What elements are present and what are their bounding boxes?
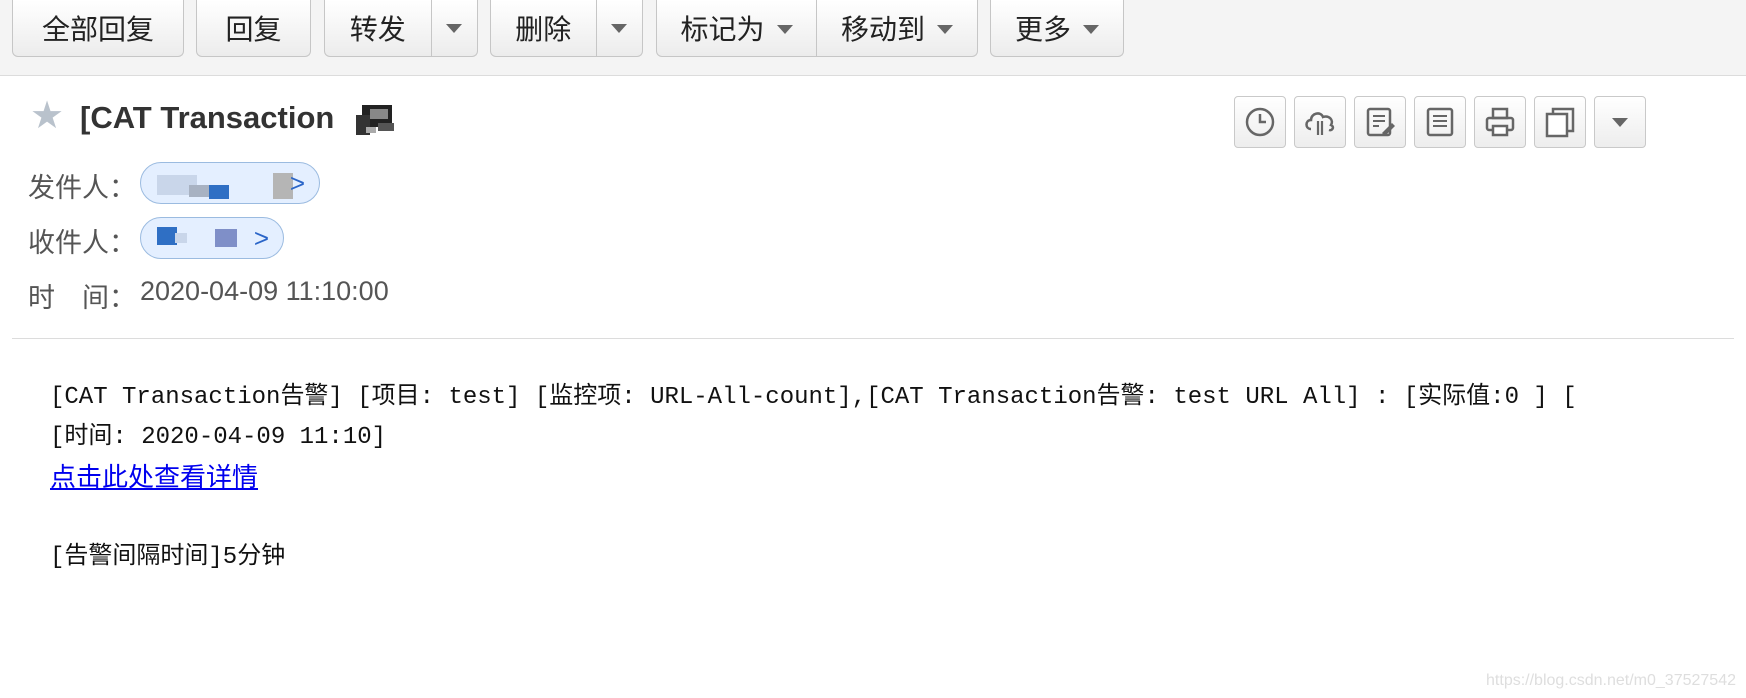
sender-expand-arrow: > <box>289 168 305 198</box>
header-divider <box>12 338 1734 339</box>
print-icon <box>1485 107 1515 137</box>
mark-as-label: 标记为 <box>680 13 765 46</box>
mail-toolbar: 全部回复 回复 转发 删除 标记为 移动到 更多 <box>0 0 1746 76</box>
recipient-expand-arrow: > <box>253 223 269 253</box>
copy-icon <box>1545 107 1575 138</box>
body-blank-line <box>50 498 1746 538</box>
chevron-down-icon <box>776 24 793 34</box>
watermark: https://blog.csdn.net/m0_37527542 <box>1486 672 1736 689</box>
print-button[interactable] <box>1474 96 1526 148</box>
recipient-chip[interactable]: > <box>140 217 284 259</box>
edit-note-icon <box>1366 107 1395 137</box>
body-line-alert: [CAT Transaction告警] [项目: test] [监控项: URL… <box>50 384 1577 411</box>
delete-button-group: 删除 <box>490 0 643 57</box>
edit-note-button[interactable] <box>1354 96 1406 148</box>
delete-label: 删除 <box>515 13 572 46</box>
time-label: 时 间： <box>28 283 136 314</box>
reply-button[interactable]: 回复 <box>196 0 311 57</box>
chevron-down-icon <box>937 24 953 34</box>
cloud-save-button[interactable] <box>1294 96 1346 148</box>
note-icon <box>1426 107 1454 137</box>
forward-button-group: 转发 <box>324 0 478 57</box>
more-actions-caret-icon <box>1612 117 1628 127</box>
mail-subject: [CAT Transaction <box>80 100 335 135</box>
sender-chip[interactable]: > <box>140 162 320 204</box>
mark-as-button[interactable]: 标记为 <box>657 0 816 56</box>
new-window-button[interactable] <box>1534 96 1586 148</box>
sender-name-redacted <box>157 171 293 199</box>
star-icon[interactable]: ★ <box>30 96 64 134</box>
forward-label: 转发 <box>349 13 406 46</box>
forward-button[interactable]: 转发 <box>325 0 431 56</box>
clock-icon <box>1245 107 1275 137</box>
mark-move-button-group: 标记为 移动到 <box>656 0 978 57</box>
note-button[interactable] <box>1414 96 1466 148</box>
more-actions-button[interactable] <box>1594 96 1646 148</box>
reply-all-label: 全部回复 <box>41 13 154 46</box>
more-button[interactable]: 更多 <box>990 0 1124 57</box>
chevron-down-icon <box>446 23 463 33</box>
cloud-icon <box>1305 112 1335 135</box>
schedule-button[interactable] <box>1234 96 1286 148</box>
move-to-button[interactable]: 移动到 <box>816 0 977 56</box>
body-line-interval: [告警间隔时间]5分钟 <box>50 544 286 571</box>
recipient-label: 收件人： <box>28 228 136 259</box>
delete-dropdown-button[interactable] <box>595 0 642 56</box>
mail-body: [CAT Transaction告警] [项目: test] [监控项: URL… <box>50 378 1746 578</box>
reply-label: 回复 <box>225 13 282 46</box>
forward-dropdown-button[interactable] <box>430 0 477 56</box>
details-link[interactable]: 点击此处查看详情 <box>50 463 258 493</box>
body-line-time: [时间: 2020-04-09 11:10] <box>50 424 387 451</box>
sender-label: 发件人： <box>28 173 136 204</box>
chevron-down-icon <box>611 23 628 33</box>
time-value: 2020-04-09 11:10:00 <box>140 276 389 306</box>
delete-button[interactable]: 删除 <box>491 0 596 56</box>
move-to-label: 移动到 <box>840 13 925 46</box>
reply-all-button[interactable]: 全部回复 <box>12 0 184 57</box>
subject-redacted-image <box>356 103 396 136</box>
chevron-down-icon <box>1083 24 1099 34</box>
more-label: 更多 <box>1014 13 1071 46</box>
recipient-name-redacted <box>155 225 247 253</box>
